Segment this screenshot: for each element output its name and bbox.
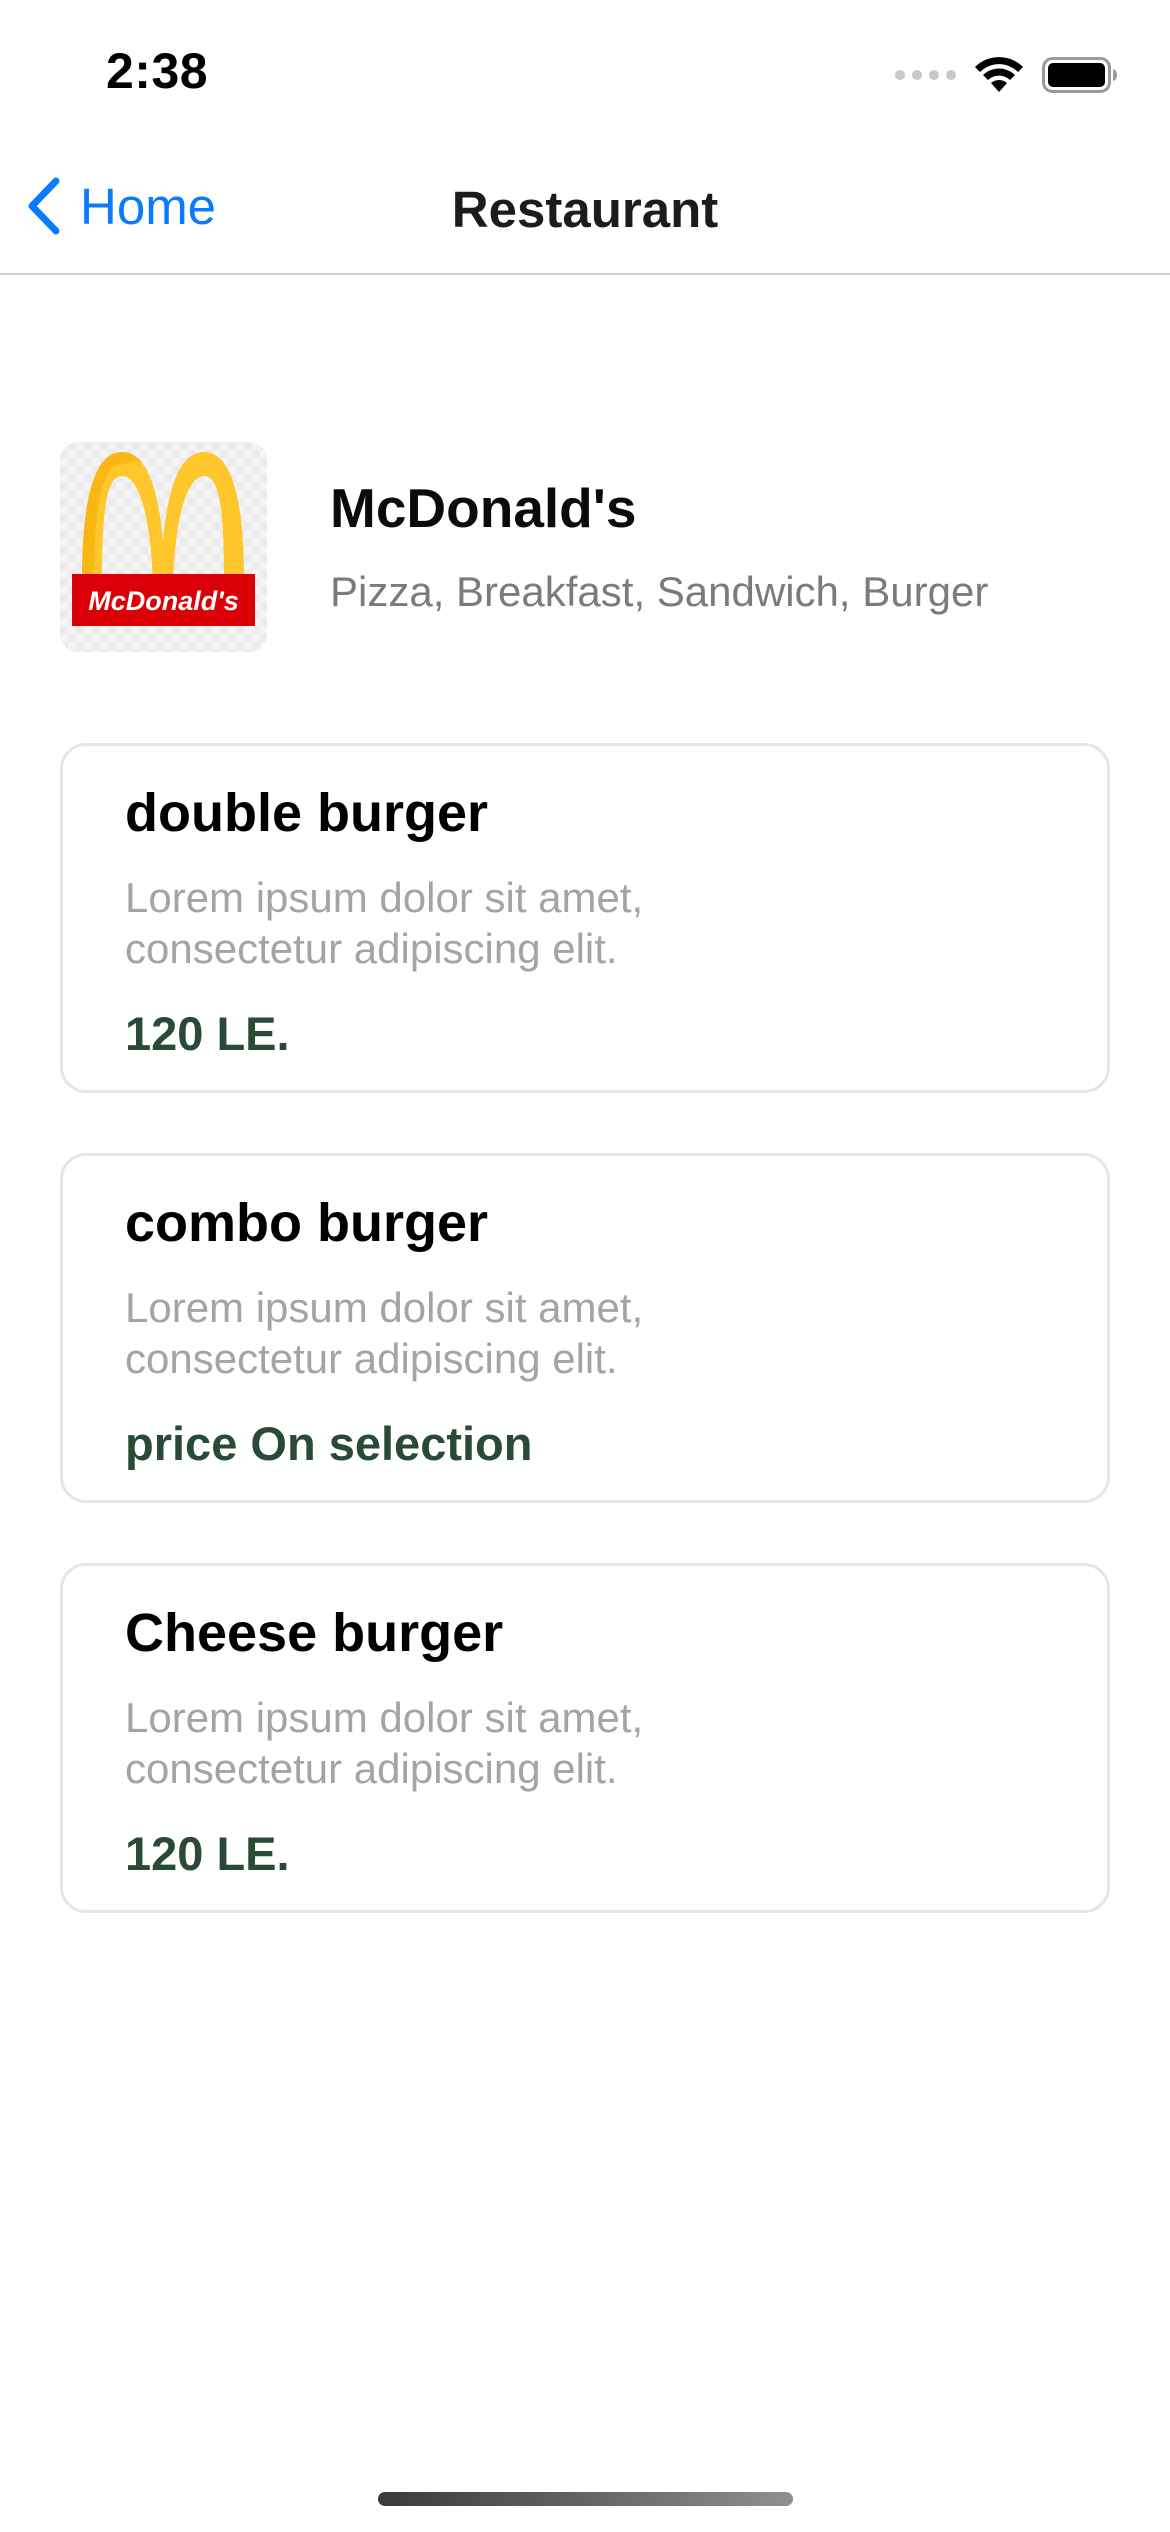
- svg-text:McDonald's: McDonald's: [88, 586, 238, 616]
- navigation-bar: Home Restaurant: [0, 140, 1170, 275]
- menu-item-price: 120 LE.: [125, 1827, 290, 1880]
- restaurant-categories: Pizza, Breakfast, Sandwich, Burger: [330, 568, 989, 615]
- wifi-icon: [974, 56, 1024, 94]
- menu-item-card[interactable]: combo burger Lorem ipsum dolor sit amet,…: [60, 1153, 1110, 1503]
- menu-item-price: 120 LE.: [125, 1007, 290, 1060]
- menu-item-title: combo burger: [125, 1193, 489, 1253]
- battery-icon: [1042, 57, 1118, 93]
- menu-item-price: price On selection: [125, 1417, 533, 1470]
- menu-item-description: Lorem ipsum dolor sit amet, consectetur …: [125, 1694, 644, 1792]
- status-icons: [895, 52, 1118, 98]
- menu-item-card[interactable]: Cheese burger Lorem ipsum dolor sit amet…: [60, 1563, 1110, 1913]
- menu-item-description: Lorem ipsum dolor sit amet, consectetur …: [125, 874, 644, 972]
- menu-list: double burger Lorem ipsum dolor sit amet…: [60, 743, 1110, 1973]
- status-bar: 2:38: [0, 0, 1170, 140]
- status-time: 2:38: [106, 43, 209, 99]
- page-title: Restaurant: [451, 181, 719, 238]
- menu-item-title: Cheese burger: [125, 1603, 504, 1663]
- signal-dots-icon: [895, 70, 956, 80]
- menu-item-description: Lorem ipsum dolor sit amet, consectetur …: [125, 1284, 644, 1382]
- restaurant-header: McDonald's McDonald's Pizza, Breakfast, …: [60, 442, 1110, 657]
- restaurant-name: McDonald's: [330, 477, 637, 539]
- menu-item-title: double burger: [125, 783, 488, 843]
- restaurant-logo: McDonald's: [60, 442, 267, 652]
- home-indicator[interactable]: [378, 2492, 793, 2506]
- menu-item-card[interactable]: double burger Lorem ipsum dolor sit amet…: [60, 743, 1110, 1093]
